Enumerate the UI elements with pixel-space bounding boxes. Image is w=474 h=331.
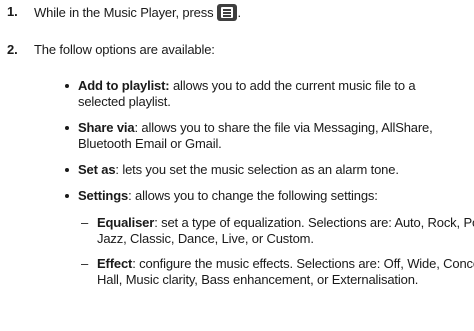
bullet-icon	[65, 126, 69, 130]
option-description: allows you to add the current music file…	[169, 78, 416, 93]
bullet-icon	[65, 194, 69, 198]
setting-description: : set a type of equalization. Selections…	[154, 215, 474, 230]
option-term: Share via	[78, 120, 135, 135]
step-number: 1.	[7, 4, 18, 19]
option-description-cont: selected playlist.	[78, 94, 171, 109]
setting-term: Effect	[97, 256, 133, 271]
setting-description-cont: Jazz, Classic, Dance, Live, or Custom.	[97, 231, 314, 246]
option-description: : allows you to change the following set…	[128, 188, 378, 203]
dash-marker: –	[81, 215, 89, 230]
step-number: 2.	[7, 42, 18, 57]
setting-description: : configure the music effects. Selection…	[132, 256, 474, 271]
step-text: While in the Music Player, press	[34, 5, 214, 20]
bullet-icon	[65, 84, 69, 88]
option-term: Add to playlist:	[78, 78, 170, 93]
dash-marker: –	[81, 256, 89, 271]
menu-key-icon	[217, 4, 238, 21]
option-description-cont: Bluetooth Email or Gmail.	[78, 136, 222, 151]
option-description: : allows you to share the file via Messa…	[134, 120, 433, 135]
step-punctuation: .	[237, 5, 241, 20]
option-description: : lets you set the music selection as an…	[115, 162, 399, 177]
step-text: The follow options are available:	[34, 42, 215, 57]
setting-description-cont: Hall, Music clarity, Bass enhancement, o…	[97, 272, 419, 287]
bullet-icon	[65, 168, 69, 172]
option-term: Set as	[78, 162, 116, 177]
setting-term: Equaliser	[97, 215, 155, 230]
option-term: Settings	[78, 188, 129, 203]
